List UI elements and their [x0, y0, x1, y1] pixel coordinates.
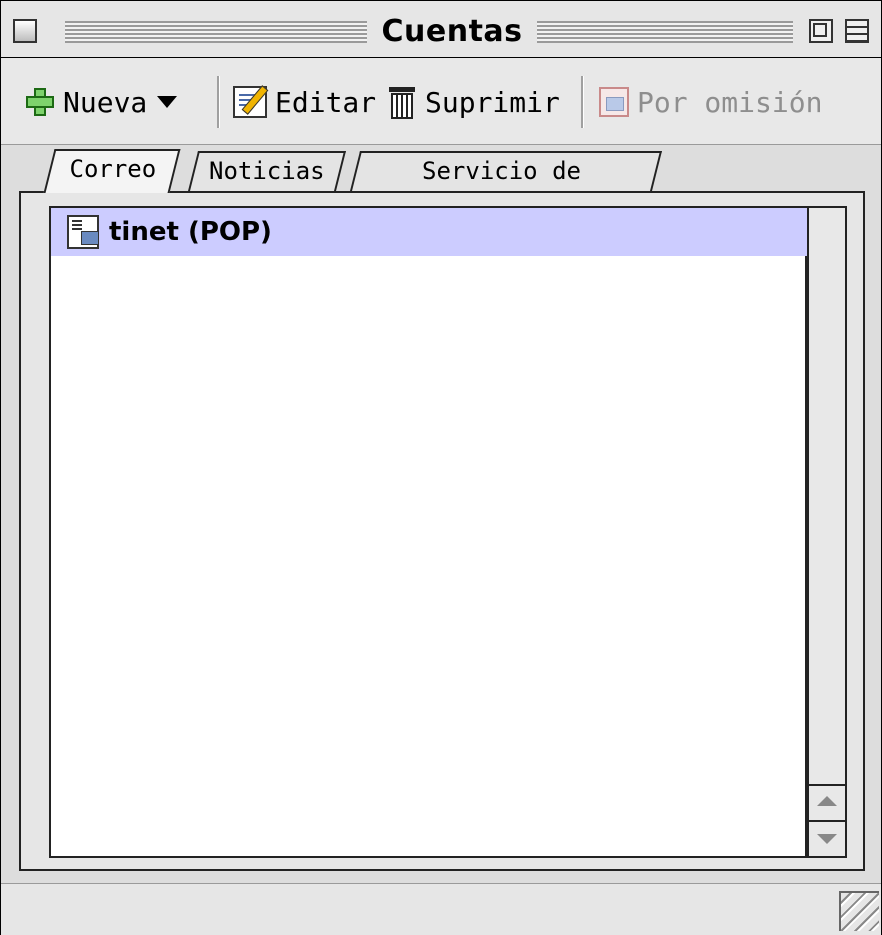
edit-icon: [233, 86, 267, 118]
toolbar-separator: [581, 76, 584, 128]
vertical-scrollbar[interactable]: [807, 206, 847, 858]
account-name: tinet (POP): [109, 217, 272, 247]
scroll-up-arrow-icon[interactable]: [809, 784, 845, 820]
accounts-window: Cuentas Nueva Editar Suprimir Por omisió…: [0, 0, 882, 935]
title-stripes-right: [537, 21, 793, 43]
tab-correo[interactable]: Correo: [43, 149, 181, 193]
new-button-label: Nueva: [63, 85, 148, 119]
default-account-icon: [599, 87, 629, 117]
set-default-button[interactable]: Por omisión: [599, 82, 822, 122]
tab-noticias[interactable]: Noticias: [188, 151, 346, 191]
title-stripes-left: [65, 21, 367, 43]
tab-correo-label: Correo: [69, 155, 156, 183]
zoom-box[interactable]: [809, 19, 833, 43]
delete-button[interactable]: Suprimir: [389, 82, 560, 122]
toolbar-separator: [217, 76, 220, 128]
title-bar[interactable]: Cuentas: [1, 1, 881, 58]
list-item[interactable]: tinet (POP): [51, 208, 807, 256]
toolbar: Nueva Editar Suprimir Por omisión: [1, 58, 881, 145]
new-button[interactable]: Nueva: [25, 82, 178, 122]
edit-button[interactable]: Editar: [233, 82, 376, 122]
tab-noticias-label: Noticias: [209, 157, 325, 185]
dropdown-arrow-icon[interactable]: [157, 96, 178, 108]
plus-icon: [25, 87, 55, 117]
accounts-list[interactable]: tinet (POP): [49, 206, 807, 858]
tab-bar: Correo Noticias Servicio de directorio: [1, 145, 881, 221]
edit-button-label: Editar: [275, 85, 377, 119]
mail-account-icon: [67, 215, 99, 249]
trash-icon: [389, 85, 417, 119]
resize-grip-icon[interactable]: [839, 891, 879, 931]
close-box[interactable]: [13, 19, 37, 43]
delete-button-label: Suprimir: [425, 85, 560, 119]
set-default-button-label: Por omisión: [637, 85, 823, 119]
collapse-box[interactable]: [845, 19, 869, 43]
tab-servicio-directorio[interactable]: Servicio de directorio: [350, 151, 662, 221]
scroll-down-arrow-icon[interactable]: [809, 820, 845, 856]
window-title: Cuentas: [367, 15, 537, 49]
status-bar: [1, 883, 881, 935]
